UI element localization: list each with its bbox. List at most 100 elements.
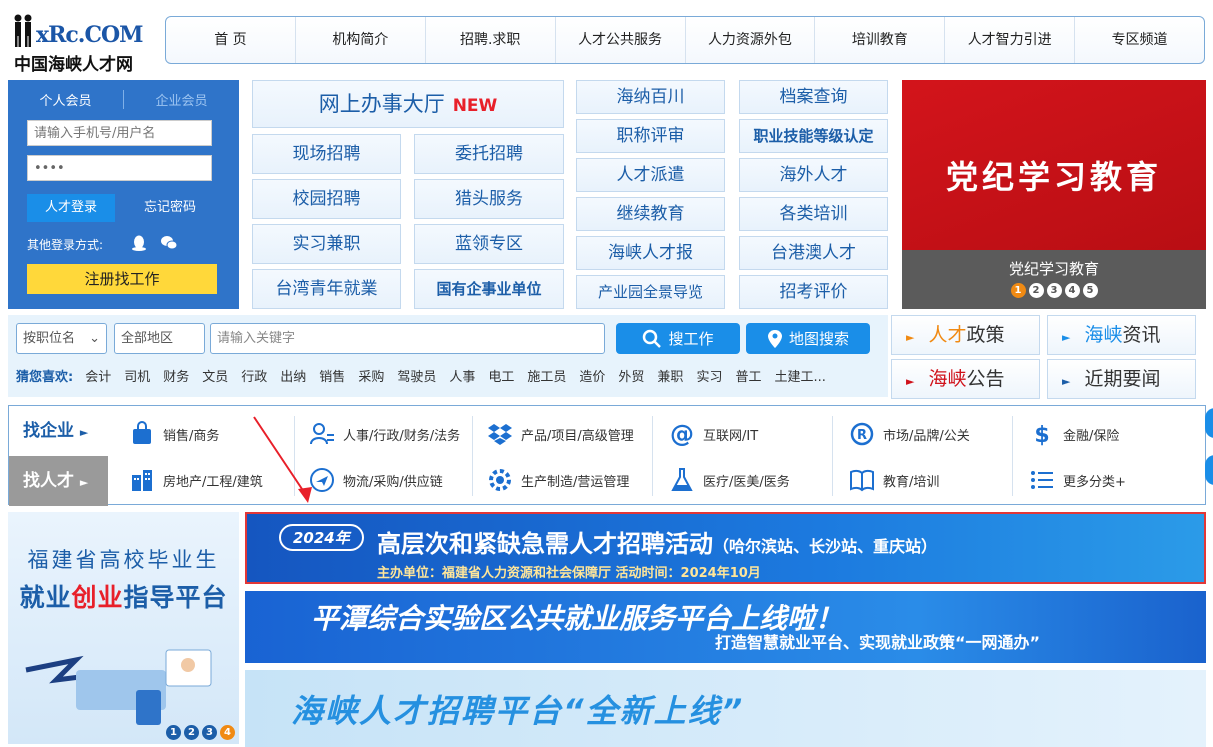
keyword-link[interactable]: 施工员 <box>527 366 566 385</box>
position-select[interactable]: 按职位名 ⌄ <box>16 323 107 354</box>
keyword-link[interactable]: 人事 <box>449 366 475 385</box>
slide-dot[interactable]: 1 <box>166 725 181 740</box>
news-strait-info[interactable]: ► 海峡资讯 <box>1047 315 1196 355</box>
service-entrusted-recruit[interactable]: 委托招聘 <box>414 134 564 174</box>
cat-real-estate[interactable]: 房地产/工程/建筑 <box>129 458 263 502</box>
cat-sales[interactable]: 销售/商务 <box>129 412 219 456</box>
search-job-button[interactable]: 搜工作 <box>616 323 740 354</box>
keyword-link[interactable]: 土建工... <box>774 366 825 385</box>
service-hainabaichuan[interactable]: 海纳百川 <box>576 80 725 114</box>
service-archive-query[interactable]: 档案查询 <box>739 80 888 114</box>
keyword-link[interactable]: 造价 <box>579 366 605 385</box>
nav-outsourcing[interactable]: 人力资源外包 <box>686 17 816 63</box>
cat-internet-it[interactable]: @ 互联网/IT <box>669 412 758 456</box>
slide-dot[interactable]: 2 <box>1028 283 1044 298</box>
service-exam-eval[interactable]: 招考评价 <box>739 275 888 309</box>
tab-personal-member[interactable]: 个人会员 <box>8 90 123 109</box>
logo-brand: xRc.COM <box>36 22 143 48</box>
service-dispatch[interactable]: 人才派遣 <box>576 158 725 192</box>
service-headhunter[interactable]: 猎头服务 <box>414 179 564 219</box>
keyword-link[interactable]: 电工 <box>488 366 514 385</box>
party-education-banner[interactable]: 党纪学习教育 党纪学习教育 1 2 3 4 5 <box>902 80 1206 309</box>
service-continuing-edu[interactable]: 继续教育 <box>576 197 725 231</box>
service-title-review[interactable]: 职称评审 <box>576 119 725 153</box>
find-talent-tab[interactable]: 找人才 ► <box>9 456 108 506</box>
talent-login-button[interactable]: 人才登录 <box>27 194 115 222</box>
cat-education[interactable]: 教育/培训 <box>849 458 939 502</box>
service-overseas-talent[interactable]: 海外人才 <box>739 158 888 192</box>
wechat-icon[interactable] <box>160 234 178 252</box>
nav-training[interactable]: 培训教育 <box>815 17 946 63</box>
cat-manufacturing[interactable]: 生产制造/营运管理 <box>487 458 629 502</box>
pingtan-platform-banner[interactable]: 平潭综合实验区公共就业服务平台上线啦！ 打造智慧就业平台、实现就业政策“一网通办… <box>245 591 1206 663</box>
nav-home[interactable]: 首 页 <box>166 17 296 63</box>
keyword-link[interactable]: 会计 <box>85 366 111 385</box>
slide-dot[interactable]: 5 <box>1082 283 1098 298</box>
news-talent-policy[interactable]: ► 人才政策 <box>891 315 1040 355</box>
cat-marketing[interactable]: R 市场/品牌/公关 <box>849 412 970 456</box>
high-level-talent-recruit-banner[interactable]: 2024年 高层次和紧缺急需人才招聘活动（哈尔滨站、长沙站、重庆站） 主办单位：… <box>245 512 1206 584</box>
service-state-enterprise[interactable]: 国有企事业单位 <box>414 269 564 309</box>
keyword-link[interactable]: 财务 <box>163 366 189 385</box>
keyword-link[interactable]: 采购 <box>358 366 384 385</box>
service-campus-recruit[interactable]: 校园招聘 <box>252 179 401 219</box>
service-blue-collar[interactable]: 蓝领专区 <box>414 224 564 264</box>
map-search-button[interactable]: 地图搜索 <box>746 323 870 354</box>
people-logo-icon <box>14 14 32 47</box>
keyword-link[interactable]: 外贸 <box>618 366 644 385</box>
nav-channels[interactable]: 专区频道 <box>1075 17 1204 63</box>
floating-side-tab[interactable] <box>1205 408 1213 438</box>
nav-public-service[interactable]: 人才公共服务 <box>556 17 686 63</box>
news-recent[interactable]: ► 近期要闻 <box>1047 359 1196 399</box>
slide-dot[interactable]: 3 <box>202 725 217 740</box>
nav-about[interactable]: 机构简介 <box>296 17 426 63</box>
keyword-input[interactable]: 请输入关键字 <box>210 323 605 354</box>
map-pin-icon <box>767 329 782 348</box>
nav-jobs[interactable]: 招聘.求职 <box>426 17 556 63</box>
strait-recruit-platform-banner[interactable]: 海峡人才招聘平台“全新上线” <box>245 670 1206 747</box>
area-select[interactable]: 全部地区 <box>114 323 205 354</box>
keyword-link[interactable]: 销售 <box>319 366 345 385</box>
graduate-employment-platform-banner[interactable]: 福建省高校毕业生 就业创业指导平台 1 2 3 4 <box>8 512 239 744</box>
at-sign-icon: @ <box>670 421 694 447</box>
slide-dot[interactable]: 4 <box>1064 283 1080 298</box>
cat-finance[interactable]: $ 金融/保险 <box>1029 412 1119 456</box>
online-service-hall-button[interactable]: 网上办事大厅 NEW <box>252 80 564 128</box>
service-training[interactable]: 各类培训 <box>739 197 888 231</box>
register-button[interactable]: 注册找工作 <box>27 264 217 294</box>
keyword-link[interactable]: 驾驶员 <box>397 366 436 385</box>
keyword-link[interactable]: 兼职 <box>657 366 683 385</box>
keyword-link[interactable]: 司机 <box>124 366 150 385</box>
service-taiwan-youth[interactable]: 台湾青年就業 <box>252 269 401 309</box>
service-skill-level[interactable]: 职业技能等级认定 <box>739 119 888 153</box>
forgot-password-link[interactable]: 忘记密码 <box>128 194 212 222</box>
floating-side-tab[interactable] <box>1205 455 1213 485</box>
site-logo[interactable]: xRc.COM 中国海峡人才网 <box>10 10 150 75</box>
keyword-link[interactable]: 行政 <box>241 366 267 385</box>
username-input[interactable] <box>27 120 212 146</box>
keyword-link[interactable]: 出纳 <box>280 366 306 385</box>
slide-dot[interactable]: 4 <box>220 725 235 740</box>
slide-dot[interactable]: 2 <box>184 725 199 740</box>
news-strait-notice[interactable]: ► 海峡公告 <box>891 359 1040 399</box>
cat-hr-admin[interactable]: 人事/行政/财务/法务 <box>309 412 460 456</box>
service-industrial-park[interactable]: 产业园全景导览 <box>576 275 725 309</box>
nav-talent-import[interactable]: 人才智力引进 <box>945 17 1076 63</box>
cat-more[interactable]: 更多分类+ <box>1029 458 1126 502</box>
qq-icon[interactable] <box>130 234 148 252</box>
tab-company-member[interactable]: 企业会员 <box>123 90 239 109</box>
service-talent-newspaper[interactable]: 海峡人才报 <box>576 236 725 270</box>
slide-dot[interactable]: 1 <box>1010 283 1026 298</box>
cat-product-management[interactable]: 产品/项目/高级管理 <box>487 412 634 456</box>
service-hk-macau-taiwan[interactable]: 台港澳人才 <box>739 236 888 270</box>
keyword-link[interactable]: 普工 <box>735 366 761 385</box>
keyword-link[interactable]: 文员 <box>202 366 228 385</box>
cat-medical[interactable]: 医疗/医美/医务 <box>669 458 790 502</box>
password-input[interactable] <box>27 155 212 181</box>
service-intern[interactable]: 实习兼职 <box>252 224 401 264</box>
cat-logistics[interactable]: 物流/采购/供应链 <box>309 458 443 502</box>
service-onsite-recruit[interactable]: 现场招聘 <box>252 134 401 174</box>
find-company-tab[interactable]: 找企业 ► <box>9 406 108 456</box>
slide-dot[interactable]: 3 <box>1046 283 1062 298</box>
keyword-link[interactable]: 实习 <box>696 366 722 385</box>
